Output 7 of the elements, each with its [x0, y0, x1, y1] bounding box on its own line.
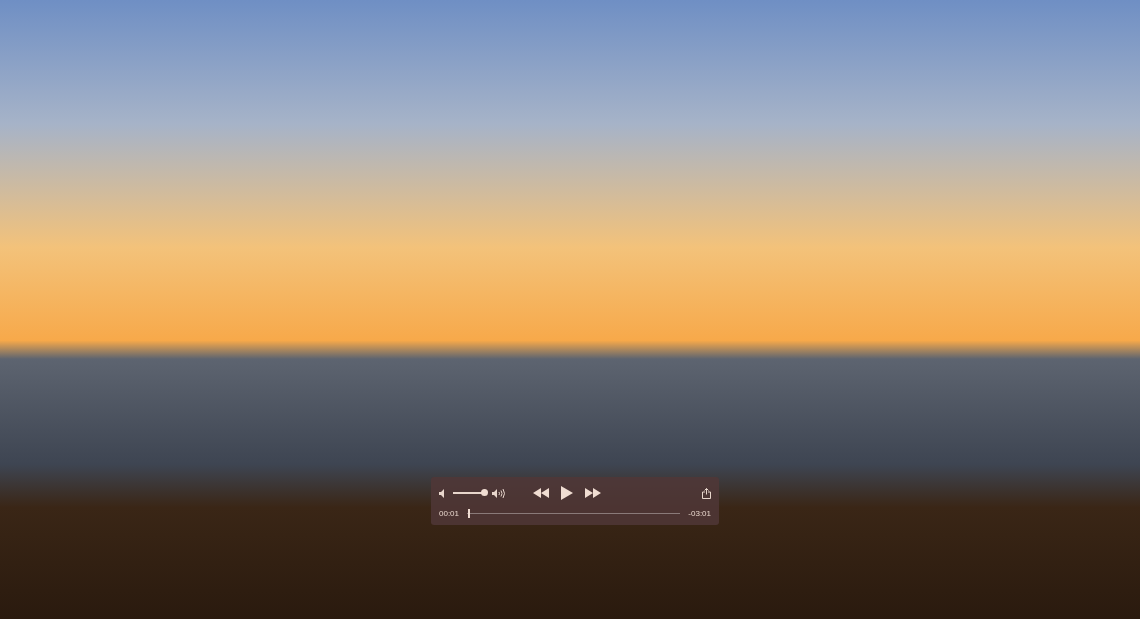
- fast-forward-button[interactable]: [585, 488, 601, 498]
- elapsed-time: 00:01: [439, 508, 460, 518]
- share-button[interactable]: [702, 487, 711, 499]
- remaining-time: -03:01: [688, 508, 711, 518]
- speaker-high-icon: [492, 488, 506, 498]
- play-button[interactable]: [561, 486, 573, 500]
- rewind-button[interactable]: [533, 488, 549, 498]
